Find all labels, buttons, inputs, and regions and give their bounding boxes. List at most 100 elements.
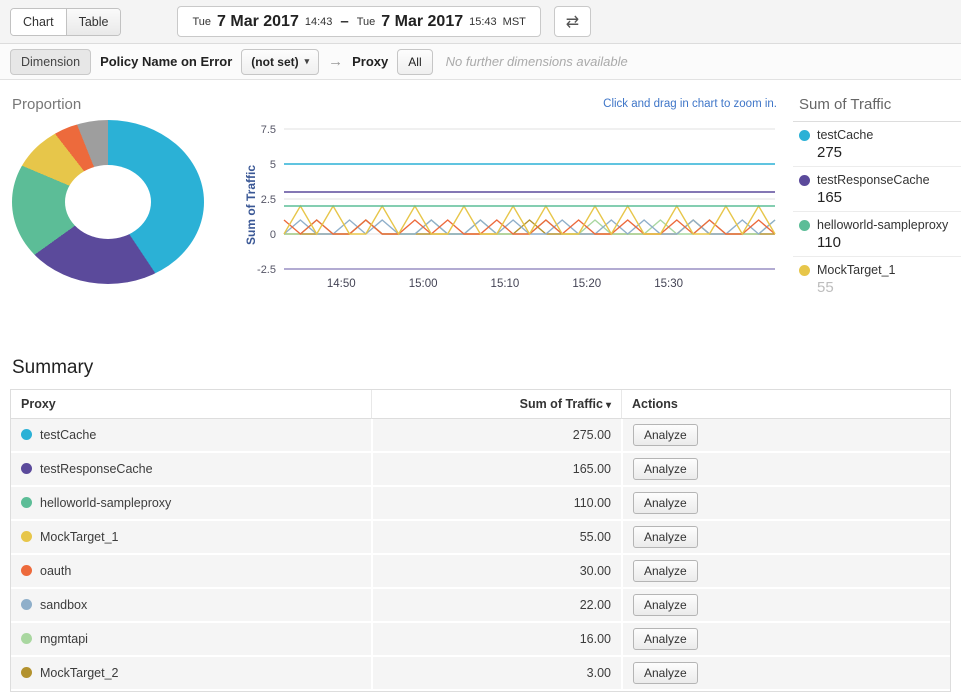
legend-items: testCache275testResponseCache165hellowor… [793,122,961,301]
table-header-row: Proxy Sum of Traffic▾ Actions [11,390,950,419]
traffic-value-cell: 30.00 [371,555,621,589]
chart-legend: Sum of Traffic testCache275testResponseC… [793,94,961,301]
traffic-value-cell: 16.00 [371,623,621,657]
legend-item[interactable]: testCache275 [793,122,961,167]
column-header-sum-of-traffic[interactable]: Sum of Traffic▾ [371,390,621,419]
table-tab[interactable]: Table [66,9,121,35]
analyze-button[interactable]: Analyze [633,492,698,514]
proxy-name: MockTarget_2 [40,666,119,680]
svg-text:14:50: 14:50 [327,278,356,290]
actions-cell: Analyze [621,589,950,623]
legend-color-dot [799,265,810,276]
legend-item[interactable]: testResponseCache165 [793,167,961,212]
table-row: MockTarget_1 55.00 Analyze [11,521,950,555]
proxy-cell: testResponseCache [11,453,371,487]
proxy-color-dot [21,429,32,440]
proxy-name: testCache [40,428,96,442]
proxy-name: sandbox [40,598,87,612]
legend-value: 55 [817,277,961,296]
view-toggle: Chart Table [10,8,121,36]
legend-item[interactable]: helloworld-sampleproxy110 [793,212,961,257]
legend-value: 110 [817,232,961,251]
proxy-color-dot [21,463,32,474]
timezone-label: MST [503,16,526,28]
legend-item[interactable]: MockTarget_155 [793,257,961,301]
actions-cell: Analyze [621,419,950,453]
actions-cell: Analyze [621,623,950,657]
svg-text:2.5: 2.5 [261,194,276,206]
refresh-button[interactable]: ⇄ [554,6,591,37]
start-date: 7 Mar 2017 [217,13,299,31]
proxy-dimension-label: Proxy [352,54,388,69]
refresh-icon: ⇄ [566,12,579,32]
chart-section: Proportion Click and drag in chart to zo… [0,80,961,343]
actions-cell: Analyze [621,657,950,691]
date-range-separator: – [340,13,348,30]
end-date: 7 Mar 2017 [381,13,463,31]
legend-entry: testCache [799,128,961,142]
table-row: sandbox 22.00 Analyze [11,589,950,623]
proxy-cell: MockTarget_2 [11,657,371,691]
proxy-color-dot [21,633,32,644]
analyze-button[interactable]: Analyze [633,526,698,548]
no-dimensions-note: No further dimensions available [446,54,628,69]
column-header-actions: Actions [621,390,950,419]
summary-section: Summary Proxy Sum of Traffic▾ Actions te… [0,357,961,692]
analyze-button[interactable]: Analyze [633,560,698,582]
proportion-donut-chart[interactable] [12,120,204,284]
legend-value: 165 [817,187,961,206]
table-row: mgmtapi16.00Analyze [11,623,950,657]
proxy-cell: mgmtapi [11,623,371,657]
chart-tab[interactable]: Chart [11,9,66,35]
dimension-value-dropdown[interactable]: (not set) ▾ [241,49,319,75]
svg-text:0: 0 [270,229,276,241]
summary-title: Summary [12,357,951,379]
flow-arrow-icon: → [328,53,343,70]
donut-hole [65,165,151,239]
svg-text:15:10: 15:10 [491,278,520,290]
summary-table-body: testCache 275.00 Analyze testResponseCache 1… [11,419,950,691]
table-row: helloworld-sampleproxy 110.00 Analyze [11,487,950,521]
traffic-value-cell: 22.00 [371,589,621,623]
table-row: MockTarget_23.00Analyze [11,657,950,691]
proxy-color-dot [21,497,32,508]
proxy-name: MockTarget_1 [40,530,119,544]
traffic-value-cell: 275.00 [371,419,621,453]
proxy-filter-button[interactable]: All [397,49,432,75]
proxy-name: helloworld-sampleproxy [40,496,171,510]
svg-text:-2.5: -2.5 [257,264,276,276]
analyze-button[interactable]: Analyze [633,662,698,684]
actions-cell: Analyze [621,453,950,487]
traffic-value-cell: 55.00 [371,521,621,555]
traffic-value-cell: 110.00 [371,487,621,521]
proportion-title: Proportion [12,96,81,113]
proxy-cell: sandbox [11,589,371,623]
legend-title: Sum of Traffic [793,94,961,122]
analyze-button[interactable]: Analyze [633,424,698,446]
svg-text:15:20: 15:20 [572,278,601,290]
dimension-chip: Dimension [10,49,91,75]
proxy-name: testResponseCache [40,462,153,476]
sort-caret-icon: ▾ [606,400,611,411]
legend-label: testResponseCache [817,173,930,187]
svg-text:7.5: 7.5 [261,124,276,136]
legend-color-dot [799,175,810,186]
traffic-line-chart[interactable]: 7.552.50-2.514:5015:0015:1015:2015:30 [238,106,783,301]
actions-cell: Analyze [621,487,950,521]
legend-entry: helloworld-sampleproxy [799,218,961,232]
proxy-cell: helloworld-sampleproxy [11,487,371,521]
legend-label: helloworld-sampleproxy [817,218,948,232]
dimension-name-label: Policy Name on Error [100,54,232,69]
proxy-color-dot [21,667,32,678]
proxy-cell: oauth [11,555,371,589]
dimension-value-label: (not set) [251,55,298,69]
top-toolbar: Chart Table Tue 7 Mar 2017 14:43 – Tue 7… [0,0,961,44]
proxy-color-dot [21,531,32,542]
analyze-button[interactable]: Analyze [633,594,698,616]
svg-text:15:00: 15:00 [409,278,438,290]
column-header-proxy[interactable]: Proxy [11,390,371,419]
proxy-color-dot [21,565,32,576]
proxy-color-dot [21,599,32,610]
date-range-picker[interactable]: Tue 7 Mar 2017 14:43 – Tue 7 Mar 2017 15… [177,6,540,37]
analyze-button[interactable]: Analyze [633,458,698,480]
